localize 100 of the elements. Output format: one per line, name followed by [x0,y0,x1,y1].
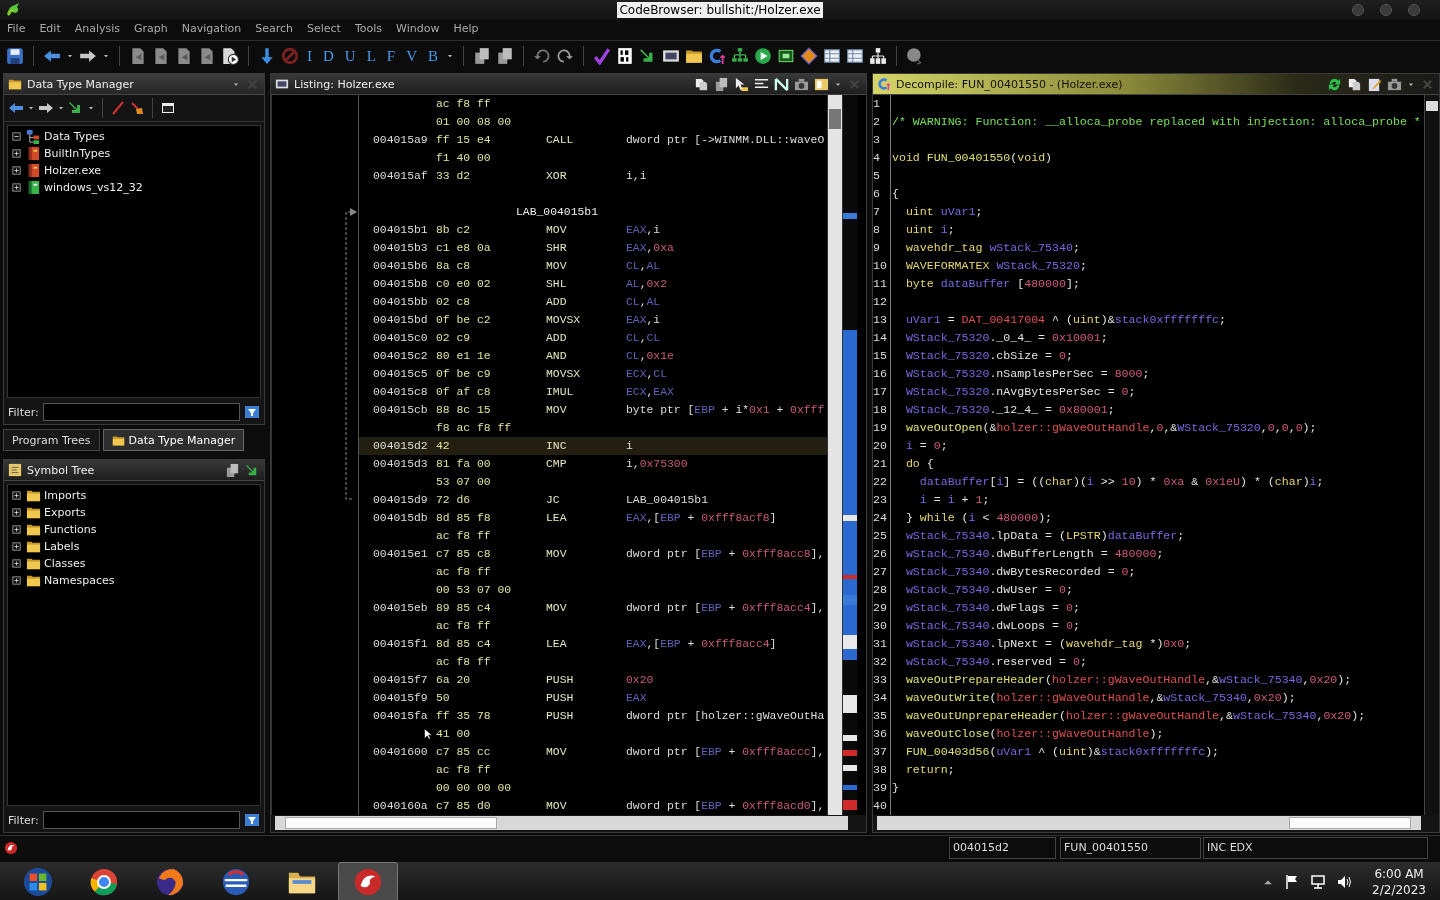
network-icon[interactable] [1310,874,1327,890]
toolbar-button[interactable]: B [425,47,442,65]
filter-field[interactable] [42,811,240,829]
vertical-scrollbar[interactable] [828,95,842,815]
redo-icon[interactable] [556,47,575,65]
toolbar-button[interactable]: V [403,47,421,65]
stacked-pages-icon[interactable] [225,462,240,478]
table-icon[interactable] [823,47,842,65]
save-icon[interactable] [6,47,24,65]
menu-item[interactable]: File [0,20,33,38]
stacked-pages-icon[interactable] [473,47,492,65]
filter-icon[interactable] [244,812,260,828]
expand-icon[interactable] [10,164,23,177]
toolbar-button[interactable]: L [363,47,379,65]
copy-icon[interactable] [694,76,709,92]
tree-item[interactable]: Holzer.exe [44,164,102,177]
vertical-scrollbar[interactable] [1424,95,1439,815]
refresh-icon[interactable] [1327,76,1342,92]
expand-icon[interactable] [10,147,23,160]
panel-tab[interactable]: Data Type Manager [102,429,245,451]
scrollbar-thumb[interactable] [829,109,841,129]
camera-icon[interactable] [794,76,809,92]
scrollbar-thumb[interactable] [1426,101,1438,111]
toolbar-button[interactable]: F [383,47,399,65]
tree-item[interactable]: Functions [44,523,97,536]
clock-date[interactable]: 2/2/2023 [1372,882,1426,898]
tree-item[interactable]: Data Types [44,130,105,143]
curve-icon[interactable] [708,47,727,65]
menu-item[interactable]: Navigation [174,20,249,38]
menu-item[interactable]: Search [248,20,300,38]
clock-time[interactable]: 6:00 AM [1374,866,1424,882]
diamond-icon[interactable] [800,47,819,65]
tree-icon[interactable] [731,47,750,65]
expand-icon[interactable] [10,489,23,502]
slash-icon[interactable] [110,100,126,116]
cursor-icon[interactable] [734,76,749,92]
film-icon[interactable] [662,47,681,65]
binary-page-icon[interactable] [616,47,635,65]
tree-item[interactable]: BuiltInTypes [44,147,111,160]
tree-item[interactable]: Classes [44,557,86,570]
back-arrow-icon[interactable] [8,100,24,116]
scrollbar-thumb[interactable] [285,817,497,829]
toolbar-button[interactable]: U [341,47,359,65]
collapse-icon[interactable] [10,130,23,143]
toolbar-button[interactable]: D [320,47,337,65]
panel-tab[interactable]: Program Trees [3,429,100,451]
checkmark-icon[interactable] [593,47,612,65]
menu-item[interactable]: Tools [347,20,389,38]
stacked-pages-icon[interactable] [496,47,515,65]
horizontal-scrollbar[interactable] [877,816,1421,830]
expand-icon[interactable] [10,574,23,587]
menu-item[interactable]: Window [389,20,447,38]
expand-icon[interactable] [10,540,23,553]
speaker-icon[interactable] [1336,874,1353,890]
document-icon[interactable] [129,47,147,65]
document-icon[interactable] [198,47,216,65]
code-line: } [892,780,899,796]
menu-item[interactable]: Edit [32,20,68,38]
panel-icon[interactable] [814,76,829,92]
play-icon[interactable] [754,47,773,65]
menu-item[interactable]: Help [446,20,486,38]
camera-icon[interactable] [1387,76,1402,92]
horizontal-scrollbar[interactable] [275,816,848,830]
tree-item[interactable]: Labels [44,540,80,553]
color-ring-icon[interactable] [89,867,119,897]
filter-icon[interactable] [244,404,260,420]
menu-item[interactable]: Graph [127,20,175,38]
chip-icon[interactable] [777,47,796,65]
hierarchy-icon[interactable] [869,47,888,65]
toolbar-button[interactable]: I [304,47,315,65]
striped-ball-icon[interactable] [221,867,251,897]
broom-icon[interactable] [129,100,145,116]
expand-icon[interactable] [10,181,23,194]
tree-item[interactable]: Imports [44,489,87,502]
swirl-badge-icon[interactable] [353,867,383,897]
tree-item[interactable]: Namespaces [44,574,115,587]
active-app-button[interactable] [338,862,398,900]
table-icon[interactable] [846,47,865,65]
undo-icon[interactable] [533,47,552,65]
copy-icon[interactable] [1347,76,1362,92]
forward-arrow-icon[interactable] [38,100,54,116]
menu-item[interactable]: Select [299,20,348,38]
document-icon[interactable] [175,47,193,65]
expand-icon[interactable] [10,523,23,536]
folder-icon[interactable] [685,47,704,65]
edit-icon[interactable] [1367,76,1382,92]
globe-icon[interactable] [155,867,185,897]
menu-item[interactable]: Analysis [67,20,128,38]
stacked-pages-icon[interactable] [714,76,729,92]
start-orb-icon[interactable] [23,867,53,897]
tree-item[interactable]: Exports [44,506,86,519]
window-icon[interactable] [160,100,176,116]
selected-row-highlight[interactable]: 004015d2 42 INC i [359,437,827,455]
expand-icon[interactable] [10,557,23,570]
expand-icon[interactable] [10,506,23,519]
tree-item[interactable]: windows_vs12_32 [44,181,143,194]
filter-field[interactable] [42,403,240,421]
document-icon[interactable] [152,47,170,65]
scrollbar-thumb[interactable] [1289,817,1411,829]
document-play-icon[interactable] [221,47,239,65]
